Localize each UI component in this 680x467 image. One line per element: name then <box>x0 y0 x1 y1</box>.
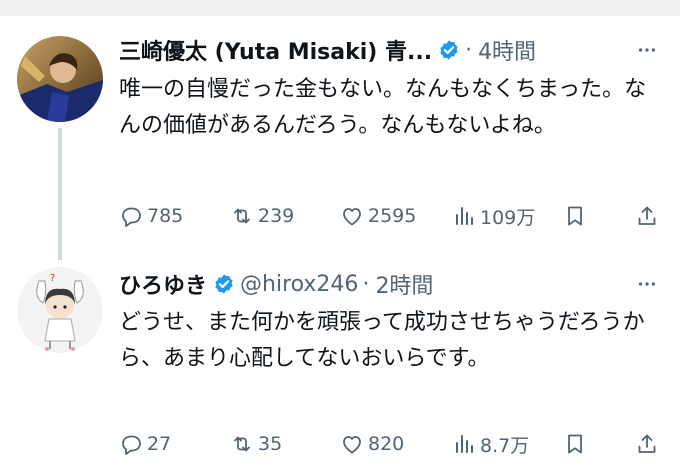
action-bar: 27 35 820 8.7万 <box>119 429 664 459</box>
views-button[interactable]: 109万 <box>452 201 535 231</box>
reply-count: 785 <box>147 205 184 227</box>
retweet-button[interactable]: 35 <box>230 429 282 459</box>
timestamp[interactable]: 2時間 <box>375 268 433 300</box>
author-name[interactable]: ひろゆき <box>119 268 207 300</box>
like-button[interactable]: 820 <box>340 429 404 459</box>
retweet-button[interactable]: 239 <box>230 201 294 231</box>
share-icon <box>638 206 656 225</box>
share-button[interactable] <box>635 429 663 459</box>
separator-dot: · <box>362 271 370 297</box>
bookmark-icon <box>568 434 582 454</box>
bookmark-button[interactable] <box>563 429 591 459</box>
thread-connector-line <box>58 128 62 260</box>
author-name[interactable]: 三崎優太 (Yuta Misaki) 青... <box>119 34 432 66</box>
reply-button[interactable]: 27 <box>119 429 171 459</box>
retweet-icon <box>234 208 250 224</box>
svg-text:?: ? <box>50 273 55 284</box>
retweet-count: 35 <box>258 433 283 455</box>
timestamp[interactable]: 4時間 <box>478 34 536 66</box>
top-strip <box>0 0 680 16</box>
bookmark-button[interactable] <box>563 201 591 231</box>
like-count: 2595 <box>368 205 417 227</box>
share-button[interactable] <box>635 201 663 231</box>
verified-badge-icon <box>213 273 235 295</box>
avatar-illustration: ? <box>17 267 103 353</box>
tweet-text: どうせ、また何かを頑張って成功させちゃうだろうから、あまり心配してないおいらです… <box>119 310 645 371</box>
retweet-count: 239 <box>258 205 295 227</box>
reply-count: 27 <box>147 433 172 455</box>
heart-icon <box>343 436 361 454</box>
like-count: 820 <box>368 433 405 455</box>
heart-icon <box>343 208 361 226</box>
share-icon <box>638 434 656 453</box>
avatar[interactable] <box>17 36 103 122</box>
reply-icon <box>122 435 141 455</box>
tweet[interactable]: 三崎優太 (Yuta Misaki) 青... · 4時間 唯一の自慢だった金も… <box>0 16 680 260</box>
action-bar: 785 239 2595 109万 <box>119 201 664 231</box>
verified-badge-icon <box>438 39 460 61</box>
view-count: 8.7万 <box>480 434 530 457</box>
author-handle[interactable]: @hirox246 <box>240 272 358 297</box>
views-chart-icon <box>456 207 473 225</box>
bookmark-icon <box>568 206 582 226</box>
tweet[interactable]: ? ひろゆき @hirox246 · 2時間 どうせ、また何かを頑張って成功させ… <box>0 253 680 467</box>
tweet-text: 唯一の自慢だった金もない。なんもなくちまった。なんの価値があるんだろう。なんもな… <box>119 77 647 138</box>
view-count: 109万 <box>480 206 536 229</box>
avatar-photo <box>17 36 103 122</box>
more-dots-icon[interactable] <box>634 37 660 63</box>
more-dots-icon[interactable] <box>634 271 660 297</box>
views-button[interactable]: 8.7万 <box>452 429 529 459</box>
tweet-header: ひろゆき @hirox246 · 2時間 <box>119 266 433 302</box>
separator-dot: · <box>465 37 473 63</box>
like-button[interactable]: 2595 <box>340 201 416 231</box>
reply-button[interactable]: 785 <box>119 201 183 231</box>
retweet-icon <box>234 436 250 452</box>
reply-icon <box>122 207 141 227</box>
views-chart-icon <box>456 435 473 453</box>
avatar[interactable]: ? <box>17 267 103 353</box>
tweet-header: 三崎優太 (Yuta Misaki) 青... · 4時間 <box>119 32 536 68</box>
